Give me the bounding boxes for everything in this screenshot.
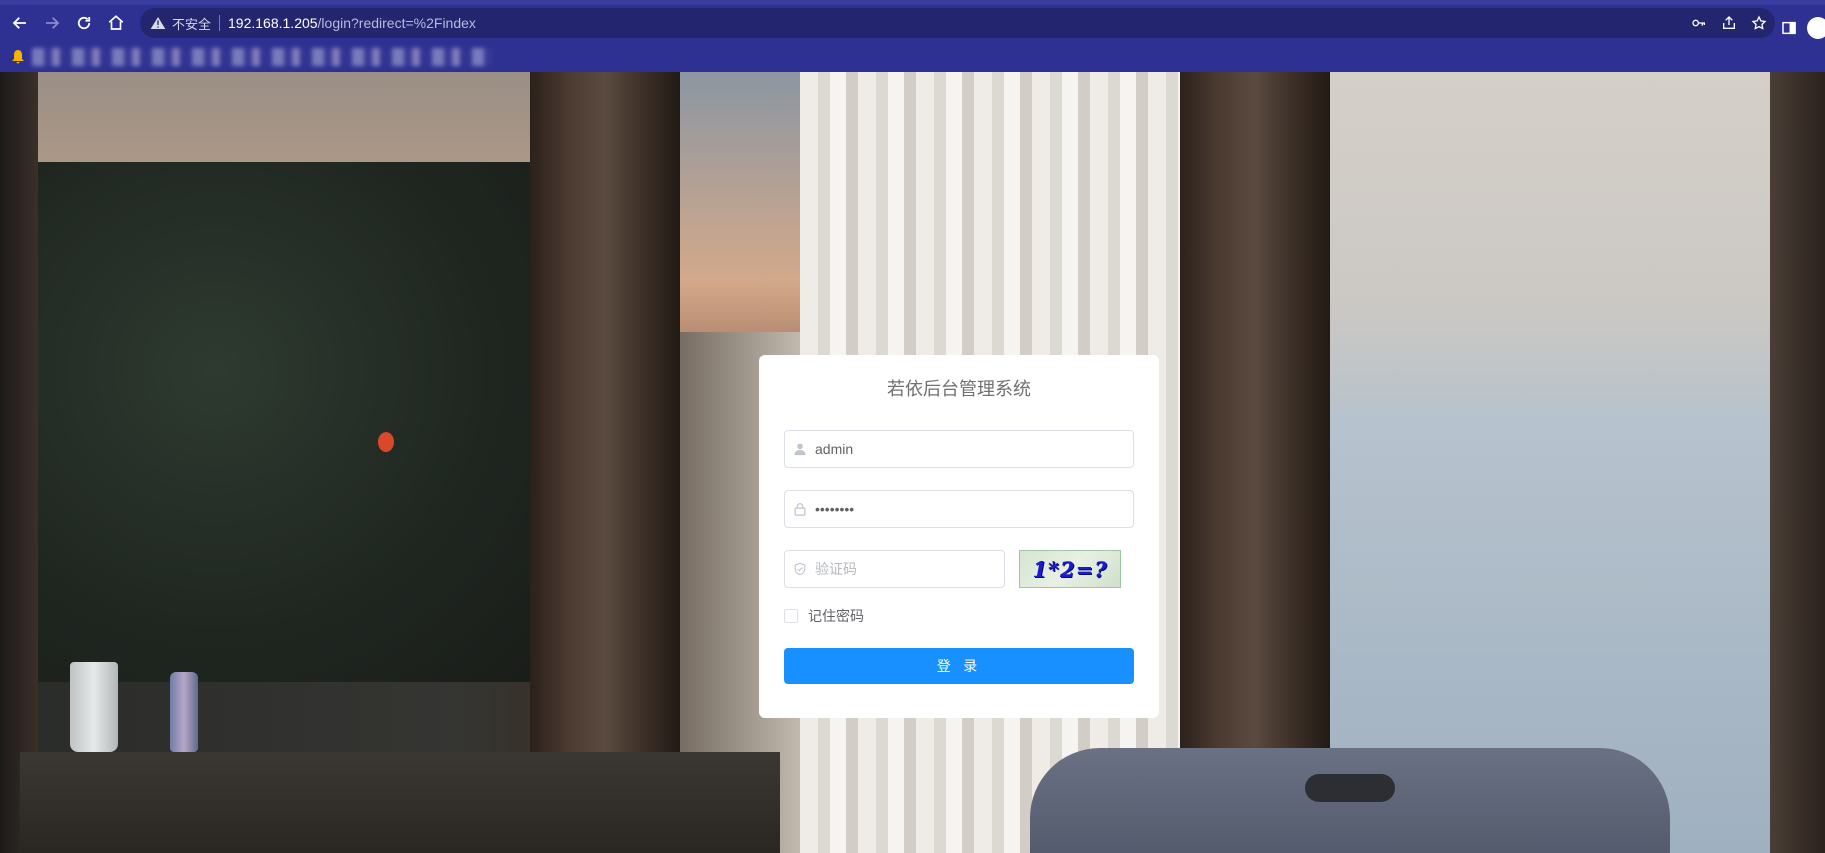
profile-avatar-icon[interactable] (1807, 17, 1825, 39)
url-host: 192.168.1.205 (228, 15, 318, 31)
bell-icon[interactable] (12, 49, 24, 64)
browser-toolbar: 不安全 192.168.1.205/login?redirect=%2Finde… (0, 5, 1825, 41)
background-wooden-post (530, 72, 680, 853)
url-path: /login?redirect=%2Findex (317, 15, 476, 31)
captcha-code: 1*2=? (1032, 556, 1108, 582)
home-button[interactable] (100, 7, 132, 39)
not-secure-label[interactable]: 不安全 (172, 14, 211, 33)
remember-checkbox[interactable] (784, 609, 798, 623)
forward-button[interactable] (36, 7, 68, 39)
password-field[interactable] (784, 490, 1134, 528)
reload-icon (77, 16, 91, 30)
background-trees (0, 162, 540, 682)
login-form: 若依后台管理系统 1*2=? 记住密码 登 录 (759, 355, 1159, 718)
captcha-input[interactable] (815, 551, 995, 587)
background-lamp (378, 432, 394, 452)
user-icon (785, 431, 815, 467)
background-window-frame-left (0, 72, 38, 853)
arrow-left-icon (12, 17, 26, 29)
address-bar[interactable]: 不安全 192.168.1.205/login?redirect=%2Finde… (140, 8, 1775, 38)
home-icon (108, 15, 124, 30)
back-button[interactable] (4, 7, 36, 39)
omnibox-actions (1691, 8, 1767, 38)
key-icon[interactable] (1691, 15, 1707, 31)
login-button[interactable]: 登 录 (784, 648, 1134, 684)
shield-check-icon (785, 551, 815, 587)
omnibox-divider (219, 15, 221, 31)
lock-icon (785, 491, 815, 527)
background-bench-handle (1305, 774, 1395, 802)
arrow-right-icon (46, 17, 60, 29)
remember-me[interactable]: 记住密码 (784, 606, 1134, 626)
background-cup (70, 662, 118, 752)
star-icon[interactable] (1751, 15, 1767, 31)
bookmarks-bar (0, 41, 1825, 72)
background-window-frame-right (1770, 72, 1825, 853)
blurred-bookmarks (32, 47, 492, 66)
background-table (20, 752, 780, 853)
background-wooden-post (1180, 72, 1330, 853)
background-bottle (170, 672, 198, 752)
password-input[interactable] (815, 491, 1125, 527)
captcha-field[interactable] (784, 550, 1005, 588)
remember-label[interactable]: 记住密码 (808, 606, 864, 626)
reload-button[interactable] (68, 7, 100, 39)
login-title: 若依后台管理系统 (887, 379, 1031, 400)
username-input[interactable] (815, 431, 1125, 467)
captcha-row: 1*2=? (784, 550, 1134, 588)
username-field[interactable] (784, 430, 1134, 468)
captcha-image[interactable]: 1*2=? (1019, 550, 1121, 588)
side-panel-icon[interactable] (1781, 20, 1797, 36)
browser-chrome: 不安全 192.168.1.205/login?redirect=%2Finde… (0, 0, 1825, 72)
warning-icon (150, 17, 166, 29)
share-icon[interactable] (1721, 15, 1737, 31)
background-sky-middle (670, 72, 820, 332)
